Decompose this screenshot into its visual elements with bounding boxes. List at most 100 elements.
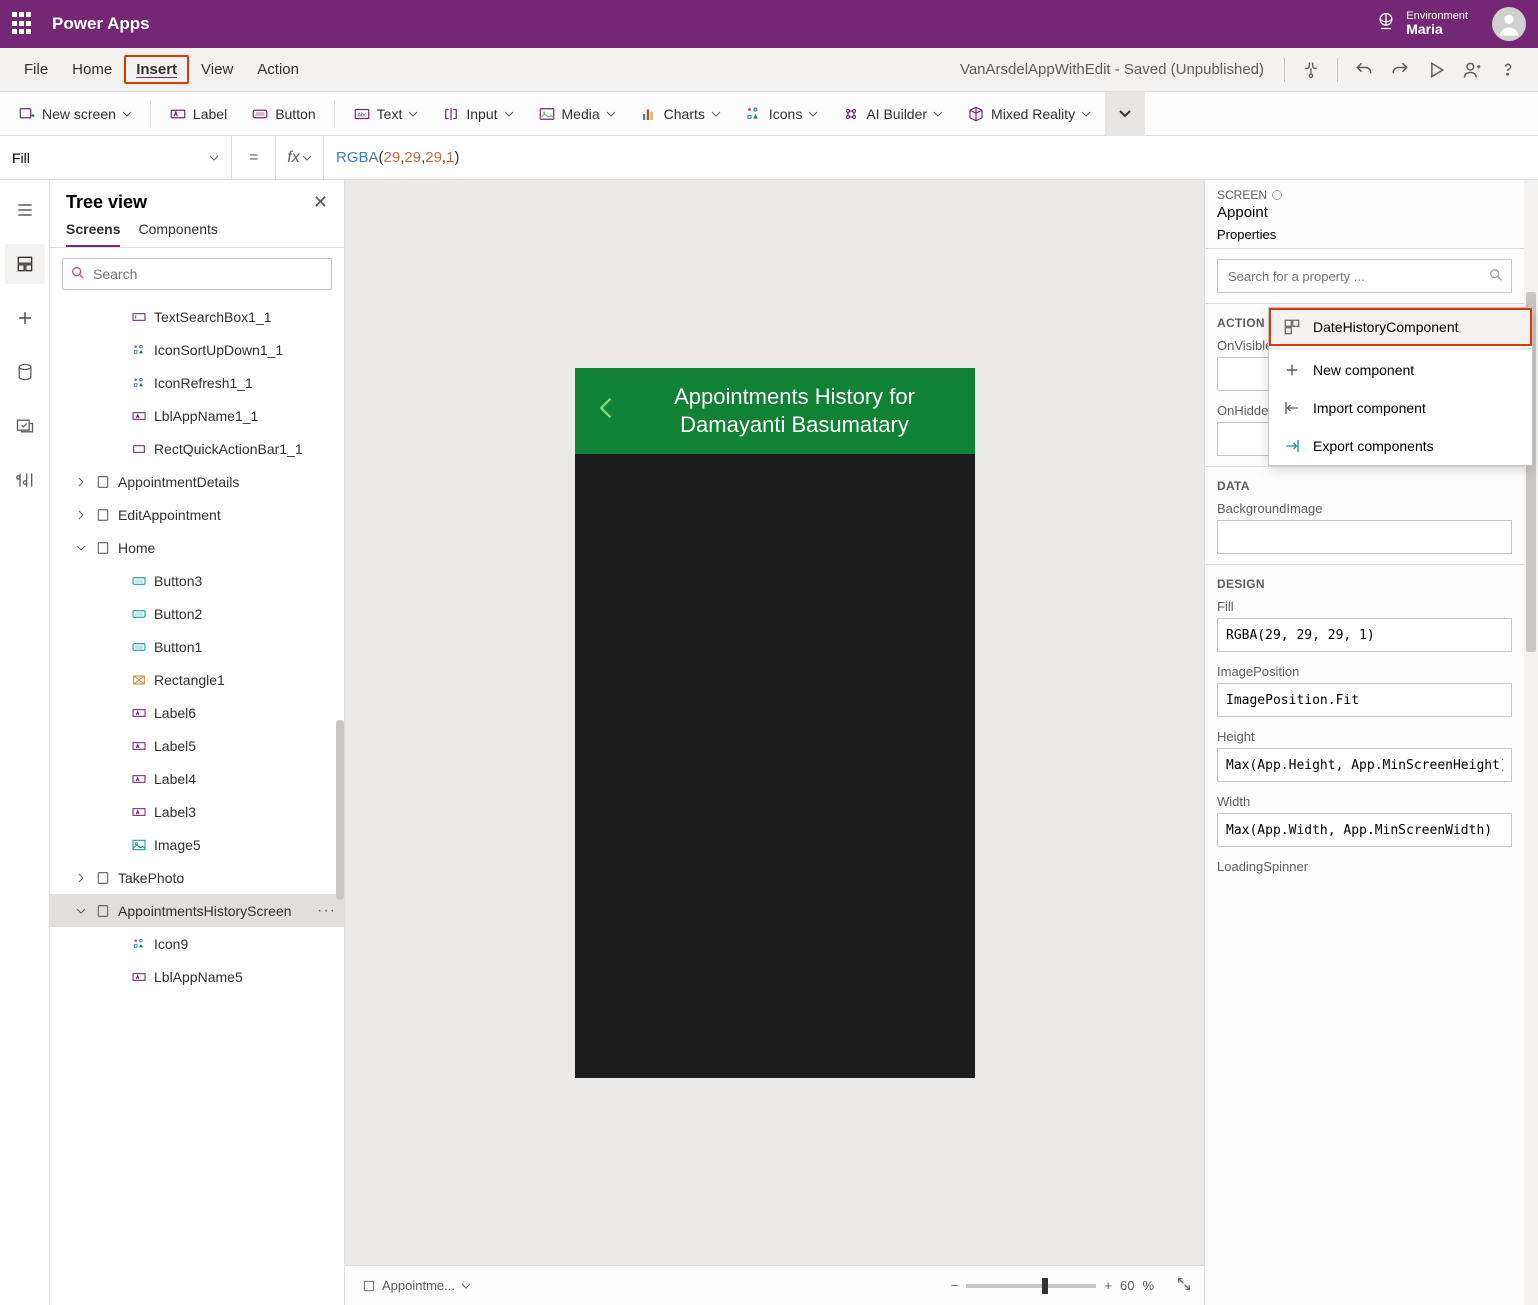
- rail-settings-icon[interactable]: [5, 460, 45, 500]
- chevron-icon[interactable]: [74, 873, 88, 883]
- dd-date-history[interactable]: DateHistoryComponent: [1269, 308, 1532, 346]
- node-icon: [130, 341, 148, 359]
- rail-media-icon[interactable]: [5, 406, 45, 446]
- label-text: Label: [193, 106, 227, 122]
- canvas-selection[interactable]: Appointme...: [357, 1275, 476, 1296]
- rail-hamburger-icon[interactable]: [5, 190, 45, 230]
- rail-data-icon[interactable]: [5, 352, 45, 392]
- tree-node-rectquickactionbar1_1[interactable]: RectQuickActionBar1_1: [50, 432, 344, 465]
- tree-node-iconsortupdown1_1[interactable]: IconSortUpDown1_1: [50, 333, 344, 366]
- phone-preview[interactable]: Appointments History for Damayanti Basum…: [575, 368, 975, 1078]
- new-screen-button[interactable]: New screen: [8, 99, 142, 129]
- dd-export-components[interactable]: Export components: [1269, 427, 1532, 465]
- tree-node-icon9[interactable]: Icon9: [50, 927, 344, 960]
- node-icon: [130, 671, 148, 689]
- tree-tab-components[interactable]: Components: [138, 221, 217, 247]
- menu-insert[interactable]: Insert: [124, 55, 189, 84]
- app-header: Power Apps Environment Maria: [0, 0, 1538, 48]
- tree-node-editappointment[interactable]: EditAppointment: [50, 498, 344, 531]
- phone-back-icon[interactable]: [593, 394, 621, 427]
- tree-node-takephoto[interactable]: TakePhoto: [50, 861, 344, 894]
- node-label: LblAppName5: [154, 969, 243, 985]
- tree-scrollbar-thumb[interactable]: [336, 720, 344, 900]
- user-avatar[interactable]: [1492, 7, 1526, 41]
- rp-tab-properties[interactable]: Properties: [1217, 227, 1276, 248]
- tree-title: Tree view: [66, 192, 147, 213]
- menu-home[interactable]: Home: [60, 55, 124, 84]
- tree-node-rectangle1[interactable]: Rectangle1: [50, 663, 344, 696]
- chevron-icon[interactable]: [74, 906, 88, 916]
- zoom-out-button[interactable]: −: [951, 1278, 959, 1293]
- text-button[interactable]: Abc Text: [343, 99, 429, 129]
- menu-file[interactable]: File: [12, 55, 60, 84]
- input-button[interactable]: Input: [432, 99, 523, 129]
- canvas-area: Appointments History for Damayanti Basum…: [345, 180, 1204, 1305]
- rp-search-input[interactable]: [1217, 259, 1512, 293]
- tree-node-label3[interactable]: Label3: [50, 795, 344, 828]
- bgimage-input[interactable]: [1217, 520, 1512, 554]
- tree-node-appointmentshistoryscreen[interactable]: AppointmentsHistoryScreen···: [50, 894, 344, 927]
- chevron-icon[interactable]: [74, 543, 88, 553]
- zoom-control: − + 60 %: [951, 1278, 1154, 1293]
- button-button[interactable]: Button: [241, 99, 325, 129]
- icons-button[interactable]: Icons: [735, 99, 828, 129]
- dd-import-component[interactable]: Import component: [1269, 389, 1532, 427]
- fx-button[interactable]: fx: [276, 136, 324, 179]
- formula-input[interactable]: RGBA(29, 29, 29, 1): [324, 136, 1538, 179]
- tree-node-home[interactable]: Home: [50, 531, 344, 564]
- tree-node-button2[interactable]: Button2: [50, 597, 344, 630]
- label-button[interactable]: Label: [159, 99, 237, 129]
- node-icon: [130, 605, 148, 623]
- redo-icon[interactable]: [1382, 52, 1418, 88]
- zoom-in-button[interactable]: +: [1104, 1278, 1112, 1293]
- tree-node-image5[interactable]: Image5: [50, 828, 344, 861]
- zoom-value: 60: [1120, 1278, 1134, 1293]
- share-icon[interactable]: [1454, 52, 1490, 88]
- tree-close-icon[interactable]: ✕: [313, 192, 328, 213]
- rail-insert-icon[interactable]: [5, 298, 45, 338]
- undo-icon[interactable]: [1346, 52, 1382, 88]
- node-icon: [94, 506, 112, 524]
- height-input[interactable]: [1217, 748, 1512, 782]
- fill-label: Fill: [1217, 599, 1512, 614]
- tree-node-label4[interactable]: Label4: [50, 762, 344, 795]
- width-input[interactable]: [1217, 813, 1512, 847]
- tree-node-appointmentdetails[interactable]: AppointmentDetails: [50, 465, 344, 498]
- tree-node-lblappname1_1[interactable]: LblAppName1_1: [50, 399, 344, 432]
- fill-input[interactable]: [1217, 618, 1512, 652]
- tree-tab-screens[interactable]: Screens: [66, 221, 120, 247]
- tree-node-label6[interactable]: Label6: [50, 696, 344, 729]
- fullscreen-icon[interactable]: [1176, 1276, 1192, 1295]
- node-icon: [130, 704, 148, 722]
- menu-action[interactable]: Action: [245, 55, 311, 84]
- imagepos-input[interactable]: [1217, 683, 1512, 717]
- property-selector[interactable]: Fill: [0, 136, 232, 179]
- chevron-icon[interactable]: [74, 477, 88, 487]
- play-icon[interactable]: [1418, 52, 1454, 88]
- chevron-icon[interactable]: [74, 510, 88, 520]
- node-icon: [130, 638, 148, 656]
- node-more-icon[interactable]: ···: [317, 902, 336, 920]
- tree-node-button3[interactable]: Button3: [50, 564, 344, 597]
- node-label: TakePhoto: [118, 870, 184, 886]
- menu-view[interactable]: View: [189, 55, 245, 84]
- tree-search-input[interactable]: [62, 258, 332, 290]
- environment-picker[interactable]: Environment Maria: [1376, 10, 1468, 37]
- tree-node-textsearchbox1_1[interactable]: TextSearchBox1_1: [50, 300, 344, 333]
- app-checker-icon[interactable]: [1293, 52, 1329, 88]
- tree-node-iconrefresh1_1[interactable]: IconRefresh1_1: [50, 366, 344, 399]
- loading-label: LoadingSpinner: [1217, 859, 1512, 874]
- waffle-icon[interactable]: [12, 12, 36, 36]
- tree-node-button1[interactable]: Button1: [50, 630, 344, 663]
- charts-button[interactable]: Charts: [630, 99, 731, 129]
- help-icon[interactable]: [1490, 52, 1526, 88]
- toolbar-expand-button[interactable]: [1105, 92, 1145, 136]
- media-button[interactable]: Media: [528, 99, 626, 129]
- tree-node-lblappname5[interactable]: LblAppName5: [50, 960, 344, 993]
- ai-builder-button[interactable]: AI Builder: [832, 99, 953, 129]
- dd-new-component[interactable]: New component: [1269, 351, 1532, 389]
- mixed-reality-button[interactable]: Mixed Reality: [957, 99, 1101, 129]
- rail-tree-icon[interactable]: [5, 244, 45, 284]
- zoom-slider[interactable]: [966, 1284, 1096, 1288]
- tree-node-label5[interactable]: Label5: [50, 729, 344, 762]
